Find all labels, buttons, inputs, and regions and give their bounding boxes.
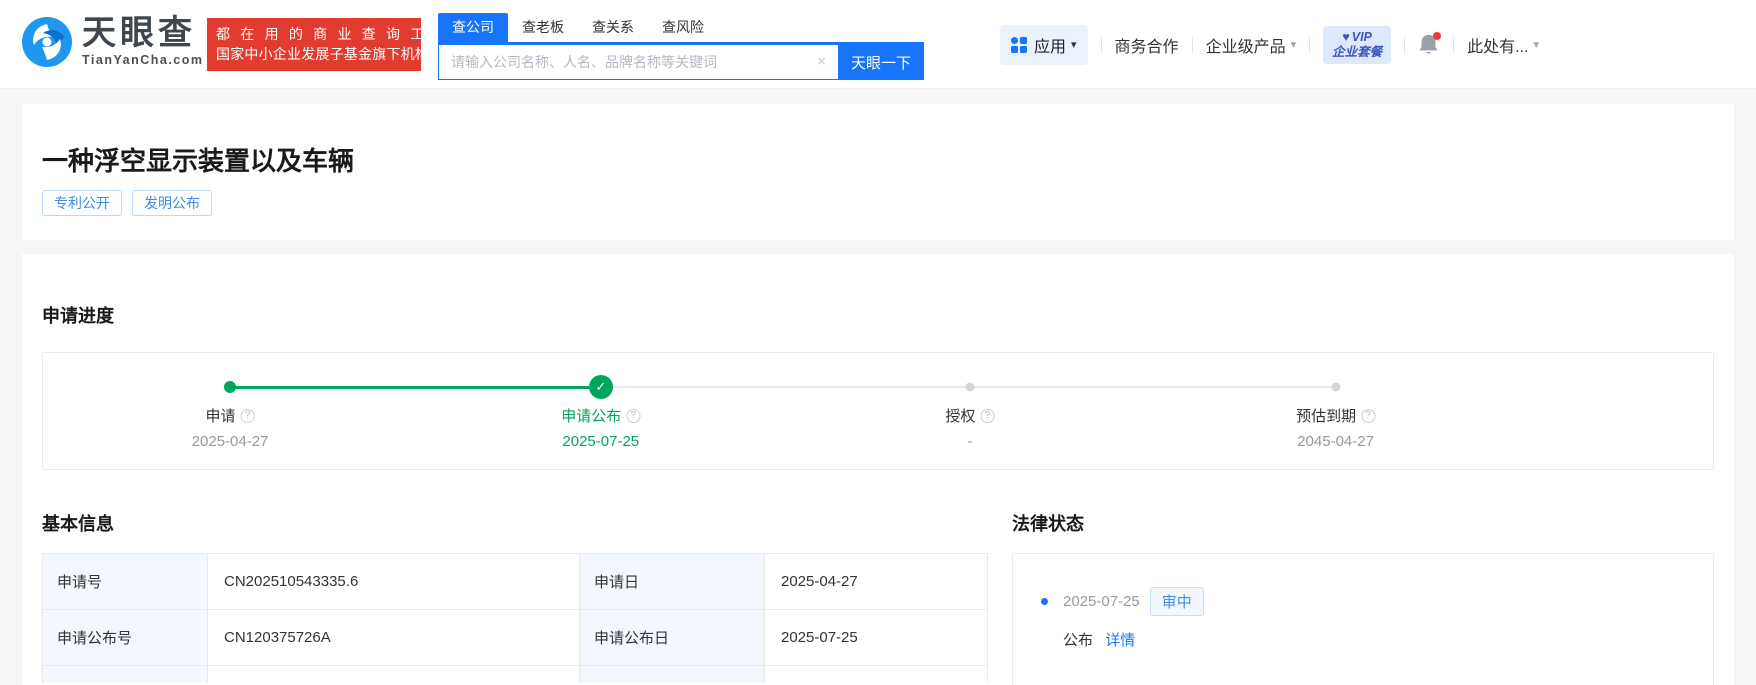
divider: [1404, 36, 1406, 53]
vip-shield-icon: ♥: [1342, 29, 1350, 44]
legal-status-date: 2025-07-25: [1063, 593, 1140, 610]
status-badge: 审中: [1149, 587, 1204, 616]
application-progress-timeline: ✓ 申请? 2025-04-27 申请公布? 2025-07-25 授权? - …: [42, 352, 1714, 470]
tag-invention-publication: 发明公布: [132, 190, 212, 216]
step-label: 预估到期: [1296, 408, 1357, 425]
table-row: 申请公布号 CN120375726A 申请公布日 2025-07-25: [43, 610, 987, 666]
nav-more-menu[interactable]: 此处有... ▾: [1467, 33, 1539, 57]
timeline-dot-expiry: [1331, 382, 1341, 392]
divider: [1453, 36, 1455, 53]
more-menu-label: 此处有...: [1467, 38, 1529, 56]
timeline-step-filed: 申请? 2025-04-27: [192, 405, 269, 450]
cell-label: 申请号: [43, 554, 208, 609]
step-label: 申请: [205, 408, 236, 425]
tianyancha-logo[interactable]: 天眼查 TianYanCha.com: [22, 16, 204, 67]
help-icon[interactable]: ?: [1361, 408, 1376, 423]
promo-banner-line2: 国家中小企业发展子基金旗下机构: [216, 46, 429, 62]
search-tab-risk[interactable]: 查风险: [648, 13, 718, 42]
patent-title: 一种浮空显示装置以及车辆: [42, 146, 355, 176]
legal-status-box: 2025-07-25 审中 公布 详情: [1012, 553, 1714, 685]
nav-business-cooperation[interactable]: 商务合作: [1115, 33, 1179, 57]
basic-info-table: 申请号 CN202510543335.6 申请日 2025-04-27 申请公布…: [42, 553, 988, 683]
step-label: 申请公布: [561, 408, 622, 425]
legal-status-detail-link[interactable]: 详情: [1105, 632, 1135, 649]
search-area: 查公司 查老板 查关系 查风险 × 天眼一下: [438, 13, 924, 80]
promo-banner-line1: 都 在 用 的 商 业 查 询 工 具: [216, 26, 452, 42]
logo-domain-text: TianYanCha.com: [82, 53, 204, 67]
step-date: 2045-04-27: [1297, 433, 1374, 450]
progress-section-heading: 申请进度: [42, 306, 114, 326]
step-label: 授权: [945, 408, 976, 425]
clear-input-icon[interactable]: ×: [817, 53, 826, 70]
apps-label: 应用: [1034, 38, 1067, 56]
legal-status-item: 2025-07-25 审中: [1041, 587, 1713, 616]
vip-package-button[interactable]: ♥ VIP 企业套餐: [1323, 25, 1392, 64]
cell-label: 申请公布号: [43, 610, 208, 665]
chevron-down-icon: ▾: [1071, 39, 1077, 51]
chevron-down-icon: ▾: [1533, 39, 1539, 51]
legal-status-event: 公布: [1063, 632, 1094, 649]
promo-banner: 都 在 用 的 商 业 查 询 工 具 国家中小企业发展子基金旗下机构: [207, 18, 452, 71]
enterprise-products-label: 企业级产品: [1205, 38, 1286, 56]
tag-patent-publication: 专利公开: [42, 190, 122, 216]
bullet-dot: [1041, 598, 1048, 605]
chevron-down-icon: ▾: [1290, 39, 1297, 51]
cell-label: 申请公布日: [580, 610, 765, 665]
cell-label: 申请日: [580, 554, 765, 609]
legal-status-heading: 法律状态: [1012, 514, 1084, 534]
search-tab-boss[interactable]: 查老板: [508, 13, 578, 42]
timeline-track-completed: [230, 385, 601, 389]
cell-value: 2025-07-25: [765, 610, 987, 665]
vip-label-line1: VIP: [1351, 29, 1372, 44]
divider: [1191, 36, 1193, 53]
header-nav: 应用 ▾ 商务合作 企业级产品 ▾ ♥ VIP 企业套餐 此处有... ▾: [1000, 0, 1539, 89]
table-row-partial: [43, 666, 987, 683]
logo-brand-text: 天眼查: [82, 14, 196, 52]
search-tab-company[interactable]: 查公司: [438, 13, 508, 42]
notification-bell-button[interactable]: [1418, 31, 1442, 57]
timeline-dot-granted: [965, 382, 975, 392]
timeline-step-granted: 授权? -: [945, 405, 995, 450]
divider: [1309, 36, 1311, 53]
basic-info-heading: 基本信息: [42, 514, 114, 534]
help-icon[interactable]: ?: [240, 408, 255, 423]
patent-title-card: 一种浮空显示装置以及车辆 专利公开 发明公布: [22, 104, 1734, 240]
cell-value: CN202510543335.6: [208, 554, 580, 609]
search-button[interactable]: 天眼一下: [838, 44, 924, 80]
step-date: 2025-07-25: [562, 433, 640, 450]
top-header: 天眼查 TianYanCha.com 都 在 用 的 商 业 查 询 工 具 国…: [0, 0, 1756, 89]
search-input[interactable]: [438, 44, 838, 80]
timeline-step-estimated-expiry: 预估到期? 2045-04-27: [1296, 405, 1376, 450]
patent-tags: 专利公开 发明公布: [42, 190, 1714, 216]
notification-dot: [1433, 31, 1442, 40]
table-row: 申请号 CN202510543335.6 申请日 2025-04-27: [43, 554, 987, 610]
help-icon[interactable]: ?: [626, 408, 641, 423]
vip-label-line2: 企业套餐: [1332, 44, 1383, 59]
search-tabs: 查公司 查老板 查关系 查风险: [438, 13, 924, 44]
cell-value: 2025-04-27: [765, 554, 987, 609]
step-date: 2025-04-27: [191, 433, 269, 450]
timeline-step-published: 申请公布? 2025-07-25: [561, 405, 641, 450]
timeline-dot-filed: [224, 381, 237, 393]
patent-detail-card: 申请进度 ✓ 申请? 2025-04-27 申请公布? 2025-07-25 授…: [22, 254, 1734, 685]
timeline-check-icon: ✓: [588, 375, 613, 399]
apps-menu-button[interactable]: 应用 ▾: [1000, 24, 1088, 65]
step-date: -: [967, 433, 973, 450]
divider: [1100, 36, 1102, 53]
apps-grid-icon: [1011, 36, 1027, 53]
tianyancha-logo-icon: [22, 16, 72, 67]
help-icon[interactable]: ?: [980, 408, 995, 423]
cell-value: CN120375726A: [208, 610, 580, 665]
nav-enterprise-products[interactable]: 企业级产品 ▾: [1206, 33, 1297, 57]
legal-status-event-row: 公布 详情: [1063, 629, 1713, 650]
search-tab-relation[interactable]: 查关系: [578, 13, 648, 42]
